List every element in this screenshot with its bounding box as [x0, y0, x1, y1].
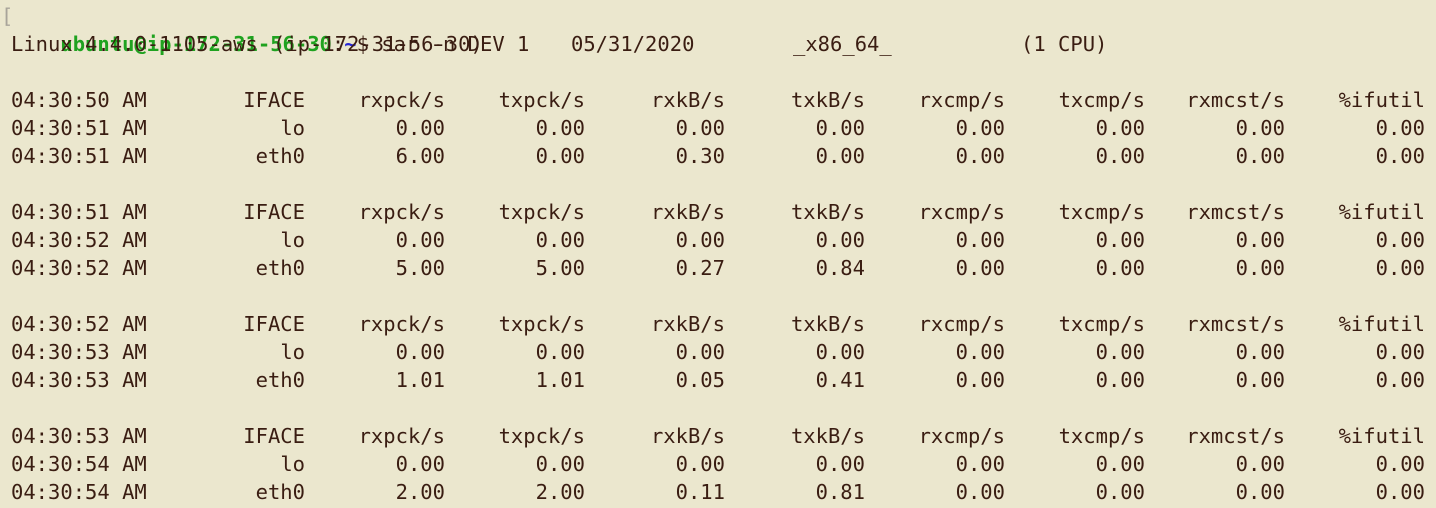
sysinfo-cpu: (1 CPU)	[1021, 32, 1108, 56]
prompt-line: ubuntu@ip-172-31-56-30:~$ sar -n DEV 1	[11, 2, 529, 56]
table-cell: 0.00	[1375, 116, 1425, 140]
table-cell: 0.00	[1375, 256, 1425, 280]
terminal-window[interactable]: [ ubuntu@ip-172-31-56-30:~$ sar -n DEV 1…	[0, 0, 1436, 508]
table-cell: 0.00	[1375, 452, 1425, 476]
column-header: %ifutil	[1338, 88, 1425, 112]
sysinfo-date: 05/31/2020	[571, 32, 695, 56]
table-cell: 0.00	[1375, 340, 1425, 364]
sysinfo-kernel: Linux 4.4.0-1105-aws	[11, 32, 258, 56]
sysinfo-host: (ip-172-31-56-30)	[273, 32, 483, 56]
column-header: %ifutil	[1338, 200, 1425, 224]
table-cell: 0.00	[1375, 368, 1425, 392]
table-cell: 0.00	[1375, 228, 1425, 252]
column-header: %ifutil	[1338, 312, 1425, 336]
table-cell: 0.00	[1375, 144, 1425, 168]
column-header: %ifutil	[1338, 424, 1425, 448]
sysinfo-line: Linux 4.4.0-1105-aws (ip-172-31-56-30) 0…	[11, 30, 1107, 58]
table-cell: 0.00	[1375, 480, 1425, 504]
sysinfo-arch: _x86_64_	[793, 32, 892, 56]
